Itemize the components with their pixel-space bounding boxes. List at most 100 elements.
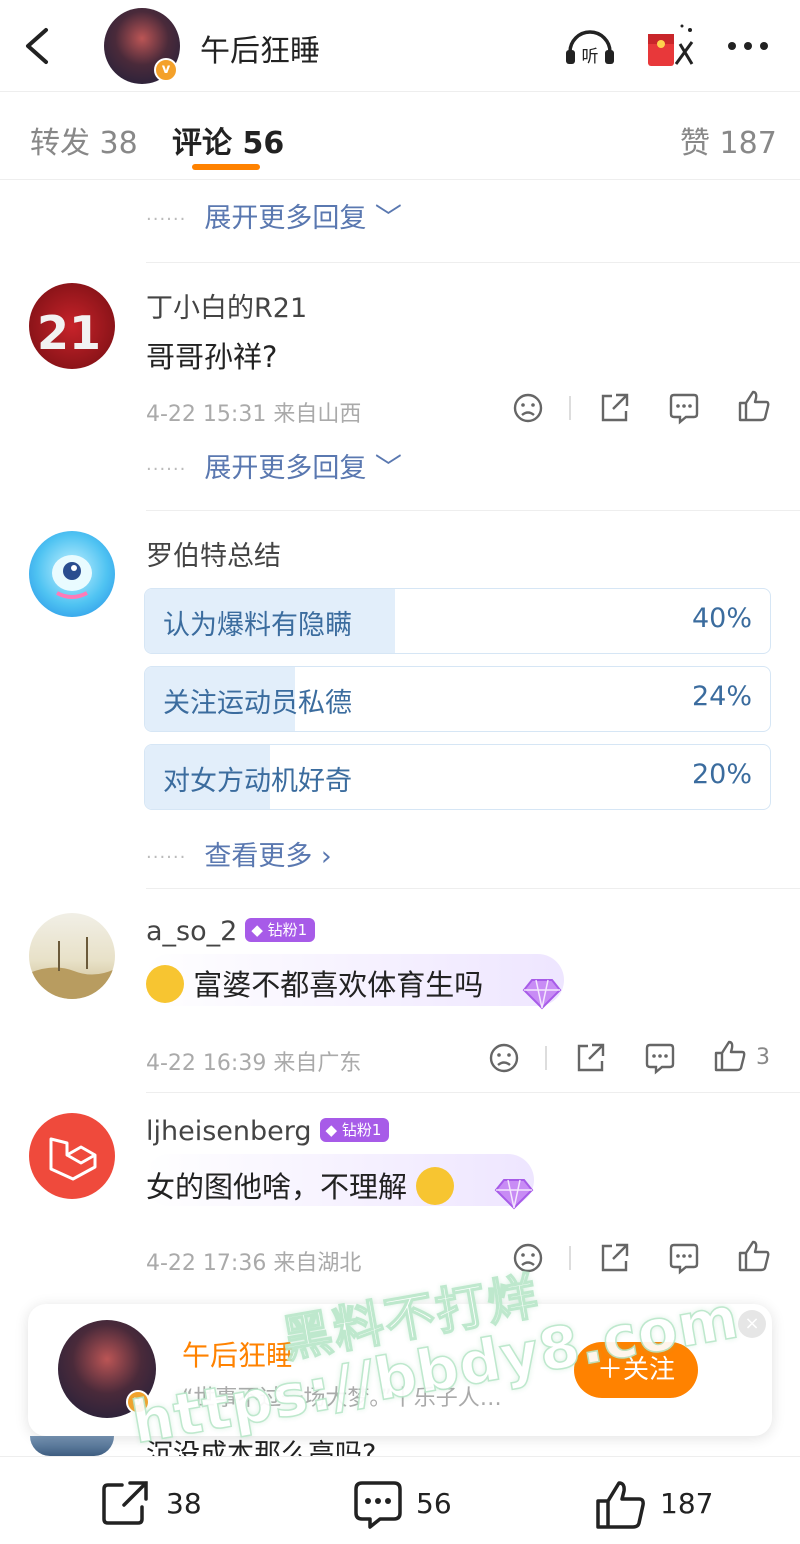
poll-option[interactable]: 关注运动员私德 24% [144, 666, 771, 732]
dislike-face-icon[interactable] [486, 1040, 522, 1076]
verified-badge-icon: v [154, 58, 178, 82]
like-count: 187 [660, 1487, 714, 1520]
share-icon[interactable] [596, 390, 632, 426]
top-nav-bar: v 午后狂睡 听 [0, 0, 800, 92]
comment-meta: 4-22 15:31 来自山西 [146, 402, 362, 427]
like-count: 3 [756, 1045, 770, 1070]
view-more-label: 查看更多 [204, 841, 313, 872]
like-button[interactable]: 187 [594, 1479, 724, 1529]
diamond-bubble-icon [494, 1179, 534, 1210]
like-thumb-icon[interactable] [712, 1038, 748, 1074]
dots-icon: ······ [146, 209, 187, 230]
badge-label: 钻粉1 [267, 920, 308, 939]
red-packet-icon[interactable] [644, 22, 700, 70]
reply-icon[interactable] [666, 1240, 702, 1276]
diamond-fan-badge: ◆ 钻粉1 [245, 917, 316, 942]
expand-more-replies-button[interactable]: ······ 展开更多回复 ﹀ [146, 196, 402, 236]
chevron-right-icon: › [312, 841, 332, 872]
poll-option-label: 关注运动员私德 [163, 688, 352, 719]
r21-logo-icon: 21 [37, 306, 101, 360]
commenter-name-row[interactable]: ljheisenberg ◆ 钻粉1 [146, 1116, 390, 1147]
active-tab-indicator [192, 164, 260, 170]
more-options-icon[interactable] [722, 22, 778, 70]
diamond-icon: ◆ [251, 920, 263, 939]
commenter-name: ljheisenberg [146, 1116, 312, 1147]
divider [146, 1092, 800, 1093]
separator [545, 1046, 547, 1070]
repost-button[interactable]: 38 [100, 1479, 220, 1527]
tab-likes[interactable]: 赞 187 [680, 118, 777, 162]
separator [569, 396, 571, 420]
like-thumb-icon[interactable] [736, 388, 772, 424]
comment-count: 56 [416, 1487, 452, 1520]
bottom-action-bar: 38 56 187 [0, 1456, 800, 1544]
author-name[interactable]: 午后狂睡 [182, 1334, 294, 1374]
diamond-fan-badge: ◆ 钻粉1 [319, 1117, 390, 1142]
badge-label: 钻粉1 [341, 1120, 382, 1139]
tab-reposts[interactable]: 转发 38 [30, 118, 138, 162]
chevron-down-icon: ﹀ [366, 203, 402, 234]
back-arrow-icon[interactable] [20, 24, 56, 68]
commenter-name-row[interactable]: a_so_2 ◆ 钻粉1 [146, 916, 316, 947]
follow-button[interactable]: ＋关注 [574, 1342, 698, 1398]
poll-option-percent: 24% [691, 681, 752, 712]
commenter-avatar[interactable] [29, 1113, 115, 1199]
listen-icon[interactable]: 听 [562, 22, 618, 70]
poll-option-label: 认为爆料有隐瞒 [163, 610, 352, 641]
svg-text:听: 听 [582, 47, 599, 67]
laughing-tears-emoji-icon [416, 1167, 455, 1205]
sad-face-emoji-icon [146, 965, 184, 1003]
divider [146, 262, 800, 263]
repost-share-icon [102, 1481, 148, 1525]
comment-icon [354, 1481, 402, 1529]
bot-name[interactable]: 罗伯特总结 [146, 534, 281, 573]
author-avatar[interactable]: v [58, 1320, 156, 1418]
follow-author-card: v 午后狂睡 “世事不过一场大梦。”丨乐子人… ＋关注 × [28, 1304, 772, 1436]
bot-avatar[interactable] [29, 531, 115, 617]
share-icon[interactable] [572, 1040, 608, 1076]
share-icon[interactable] [596, 1240, 632, 1276]
poll-option-percent: 20% [691, 759, 752, 790]
svg-text:21: 21 [37, 306, 101, 360]
laravel-logo-icon [49, 1137, 97, 1181]
comment-meta: 4-22 17:36 来自湖北 [146, 1251, 362, 1276]
commenter-avatar[interactable] [30, 1436, 114, 1456]
commenter-avatar[interactable]: 21 [29, 283, 115, 369]
expand-more-replies-button[interactable]: ······ 展开更多回复 ﹀ [146, 446, 402, 486]
commenter-name[interactable]: 丁小白的R21 [146, 286, 307, 325]
view-more-button[interactable]: ······ 查看更多 › [146, 834, 332, 874]
comment-text-row: 富婆不都喜欢体育生吗 [146, 962, 483, 1006]
diamond-bubble-icon [522, 979, 562, 1010]
chevron-down-icon: ﹀ [366, 453, 402, 484]
author-name[interactable]: 午后狂睡 [200, 26, 320, 70]
commenter-name: a_so_2 [146, 916, 238, 947]
comment-button[interactable]: 56 [350, 1479, 470, 1529]
poll-option[interactable]: 认为爆料有隐瞒 40% [144, 588, 771, 654]
landscape-painting-icon [29, 937, 115, 999]
like-thumb-icon [596, 1481, 645, 1529]
tab-bar: 转发 38 评论 56 赞 187 [0, 92, 800, 180]
tab-comments[interactable]: 评论 56 [172, 118, 284, 162]
poll-option-percent: 40% [691, 603, 752, 634]
diamond-icon: ◆ [325, 1120, 338, 1139]
expand-label: 展开更多回复 [204, 453, 367, 484]
comment-text: 女的图他啥，不理解 [146, 1170, 408, 1204]
dots-icon: ······ [146, 459, 187, 480]
like-thumb-icon[interactable] [736, 1238, 772, 1274]
reply-icon[interactable] [666, 390, 702, 426]
close-icon[interactable]: × [738, 1310, 766, 1338]
divider [146, 888, 800, 889]
comment-meta: 4-22 16:39 来自广东 [146, 1051, 362, 1076]
poll-option-label: 对女方动机好奇 [163, 766, 352, 797]
comment-text-row: 女的图他啥，不理解 [146, 1164, 455, 1208]
commenter-avatar[interactable] [29, 913, 115, 999]
dislike-face-icon[interactable] [510, 390, 546, 426]
robot-mascot-icon [52, 555, 92, 599]
comment-text: 哥哥孙祥? [146, 340, 278, 374]
author-avatar[interactable]: v [104, 8, 180, 84]
poll-option[interactable]: 对女方动机好奇 20% [144, 744, 771, 810]
reply-icon[interactable] [642, 1040, 678, 1076]
divider [146, 510, 800, 511]
dots-icon: ······ [146, 847, 187, 868]
dislike-face-icon[interactable] [510, 1240, 546, 1276]
